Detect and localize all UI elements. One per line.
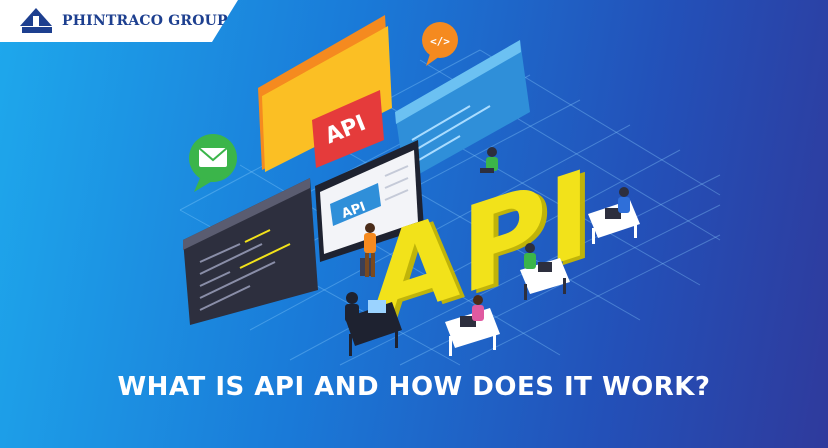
brand-name[interactable]: PHINTRACO GROUP [62,13,228,29]
code-bubble-label: </> [430,35,450,48]
code-bubble: </> [422,22,458,66]
page-headline: WHAT IS API AND HOW DOES IT WORK? [117,372,711,402]
code-window [183,178,318,325]
banner: API </> API API API PHINTRACO GROUP WHAT… [0,0,828,448]
